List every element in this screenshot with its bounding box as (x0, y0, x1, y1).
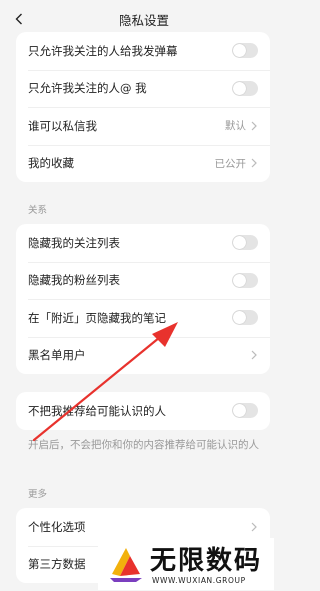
interaction-settings-card: 只允许我关注的人给我发弹幕 只允许我关注的人@ 我 谁可以私信我 默认 我的收藏… (16, 32, 270, 182)
hide-notes-nearby-row: 在「附近」页隐藏我的笔记 (16, 299, 270, 337)
danmaku-following-only-row: 只允许我关注的人给我发弹幕 (16, 32, 270, 70)
row-label: 黑名单用户 (28, 348, 86, 363)
toggle-knob (233, 273, 246, 287)
row-value: 默认 (225, 120, 246, 133)
hide-followers-list-toggle[interactable] (232, 272, 258, 288)
no-recommend-toggle[interactable] (232, 403, 258, 419)
row-label: 不把我推荐给可能认识的人 (28, 403, 166, 418)
chevron-right-icon (251, 522, 257, 532)
row-label: 在「附近」页隐藏我的笔记 (28, 310, 166, 325)
relations-card: 隐藏我的关注列表 隐藏我的粉丝列表 在「附近」页隐藏我的笔记 黑名单用户 (16, 224, 270, 374)
section-label-more: 更多 (28, 489, 48, 500)
mention-following-only-toggle[interactable] (232, 80, 258, 96)
toggle-knob (233, 311, 246, 325)
recommend-card: 不把我推荐给可能认识的人 (16, 392, 270, 430)
recommend-description: 开启后，不会把你和你的内容推荐给可能认识的人 (28, 439, 259, 451)
row-label: 只允许我关注的人给我发弹幕 (28, 43, 178, 58)
toggle-knob (233, 404, 246, 418)
hide-following-list-toggle[interactable] (232, 235, 258, 251)
row-label: 个性化选项 (28, 519, 86, 534)
mention-following-only-row: 只允许我关注的人@ 我 (16, 69, 270, 108)
hide-followers-list-row: 隐藏我的粉丝列表 (16, 261, 270, 300)
watermark-subtitle: WWW.WUXIAN.GROUP (152, 576, 246, 585)
toggle-knob (233, 81, 246, 95)
row-label: 我的收藏 (28, 156, 74, 171)
row-value: 已公开 (214, 157, 247, 170)
chevron-right-icon (251, 158, 257, 168)
chevron-right-icon (251, 121, 257, 131)
toggle-knob (233, 44, 246, 58)
row-label: 隐藏我的粉丝列表 (28, 273, 120, 288)
hide-notes-nearby-toggle[interactable] (232, 310, 258, 326)
toggle-knob (233, 236, 246, 250)
watermark-title: 无限数码 (150, 546, 263, 576)
who-can-message-row[interactable]: 谁可以私信我 默认 (16, 107, 270, 145)
blocklist-row[interactable]: 黑名单用户 (16, 336, 270, 375)
brand-logo-icon (110, 548, 142, 582)
page-title: 隐私设置 (118, 13, 169, 28)
row-label: 隐藏我的关注列表 (28, 235, 120, 250)
my-collections-row[interactable]: 我的收藏 已公开 (16, 144, 270, 183)
danmaku-following-only-toggle[interactable] (232, 43, 258, 59)
hide-following-list-row: 隐藏我的关注列表 (16, 224, 270, 262)
section-label-relations: 关系 (28, 205, 48, 216)
watermark: 无限数码 WWW.WUXIAN.GROUP (98, 538, 274, 590)
row-label: 只允许我关注的人@ 我 (28, 81, 147, 96)
row-label: 谁可以私信我 (28, 118, 97, 133)
no-recommend-row: 不把我推荐给可能认识的人 (16, 392, 270, 430)
chevron-right-icon (251, 350, 257, 360)
